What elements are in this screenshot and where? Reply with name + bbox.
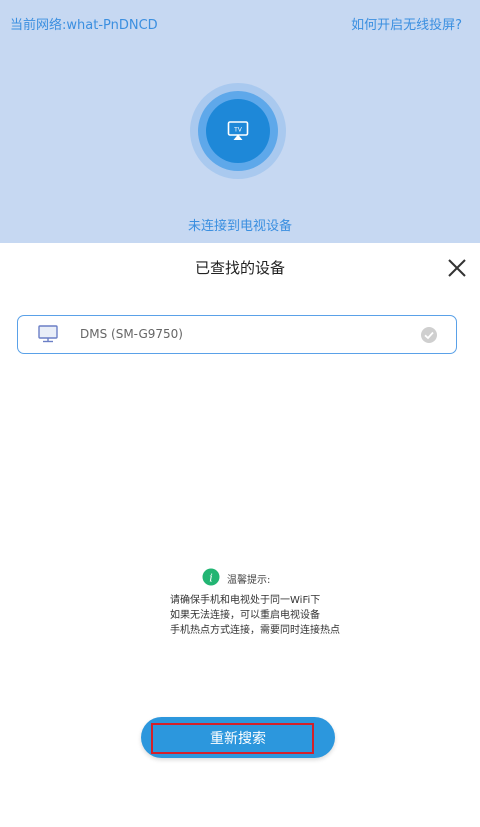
connection-status-text: 未连接到电视设备: [187, 219, 292, 234]
found-devices-title: 已查找的设备: [194, 259, 285, 277]
cast-screen: 当前网络:what-PnDNCD 如何开启无线投屏? TV 未连接到电视设备 已…: [0, 0, 480, 827]
monitor-icon: [38, 325, 58, 343]
cast-status-indicator: TV: [190, 83, 286, 179]
current-network-label: 当前网络:what-PnDNCD: [10, 18, 158, 33]
tv-cast-icon: TV: [227, 121, 249, 140]
research-button[interactable]: 重新搜索: [141, 717, 335, 758]
device-name: DMS (SM-G9750): [80, 327, 183, 341]
how-to-cast-link[interactable]: 如何开启无线投屏?: [351, 14, 462, 33]
tips-title: 温馨提示:: [227, 575, 271, 586]
close-icon[interactable]: [445, 256, 469, 280]
info-icon: i: [202, 568, 220, 586]
tips-body: 请确保手机和电视处于同一WiFi下 如果无法连接，可以重启电视设备 手机热点方式…: [170, 593, 340, 638]
tip-line: 手机热点方式连接，需要同时连接热点: [170, 625, 340, 636]
svg-text:i: i: [209, 572, 213, 585]
device-item[interactable]: DMS (SM-G9750): [17, 315, 457, 354]
connection-panel: 当前网络:what-PnDNCD 如何开启无线投屏? TV 未连接到电视设备: [0, 0, 480, 243]
svg-text:TV: TV: [233, 126, 243, 133]
check-circle-icon: [421, 327, 437, 343]
tip-line: 请确保手机和电视处于同一WiFi下: [170, 595, 321, 606]
research-button-label: 重新搜索: [210, 731, 266, 747]
tip-line: 如果无法连接，可以重启电视设备: [170, 610, 320, 621]
